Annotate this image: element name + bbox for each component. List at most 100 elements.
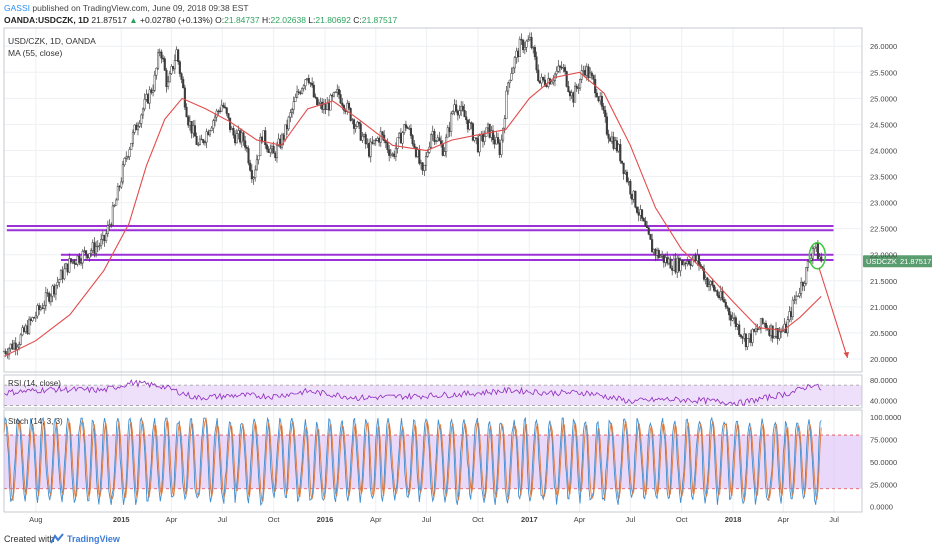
candle-body [374,139,377,142]
chart-canvas[interactable]: USDCZK 21.87517 Aug 2015 Apr Jul Oct 2016 Apr Ju… [0,0,932,530]
candle-body [105,233,108,242]
candle-body [418,149,421,164]
candle-body [657,250,660,258]
candle-body [584,70,587,76]
candle-body [671,268,674,271]
x-tick-label: Apr [777,515,789,524]
candle-body [229,117,232,131]
candle-body [540,76,543,84]
candle-body [247,148,250,164]
y-tick-label: 21.5000 [870,277,897,286]
candle-body [738,324,741,336]
candle-body [692,255,696,261]
candle-body [465,116,468,121]
candle-body [165,70,168,88]
candle-body [76,255,79,265]
candle-body [592,75,595,80]
candle-body [43,305,46,309]
x-tick-label: 2017 [521,515,538,524]
candle-body [314,96,317,98]
y-tick-label: 24.0000 [870,146,897,155]
x-tick-label: Oct [268,515,281,524]
candle-body [724,301,727,308]
candle-body [66,263,69,273]
candle-body [136,126,140,131]
candle-body [589,72,592,78]
candle-body [78,255,81,263]
x-tick-label: Oct [676,515,689,524]
candle-body [289,112,292,118]
tradingview-brand[interactable]: TradingView [67,534,120,544]
candle-body [446,127,449,138]
candle-body [512,67,515,74]
candle-body [448,127,451,132]
candle-body [676,257,679,273]
candle-body [461,105,464,111]
candle-body [456,110,459,116]
candle-body [304,79,307,87]
x-tick-label: Aug [29,515,42,524]
candle-body [284,124,287,140]
candle-body [768,329,771,336]
candle-body [470,122,473,124]
candle-body [296,91,299,98]
candle-body [106,225,109,235]
stoch-pane-title: Stoch (14, 3, 3) [8,417,63,426]
candle-body [95,246,98,254]
candle-body [245,147,248,149]
x-tick-label: Oct [472,515,485,524]
candle-body [574,85,577,103]
candle-body [282,134,285,140]
candle-body [483,136,486,142]
candle-body [635,206,639,213]
stoch-tick-label: 0.0000 [870,503,893,512]
candle-body [69,258,73,263]
candle-body [597,96,600,102]
candle-body [56,282,59,286]
candle-body [805,267,808,284]
candle-body [180,73,183,80]
candle-body [550,81,553,85]
candle-body [486,123,490,129]
candle-body [272,145,275,154]
candle-body [63,268,66,280]
candle-body [759,318,763,329]
candle-body [270,145,274,150]
ma-line [3,71,822,357]
candle-body [535,56,538,71]
candle-body [674,258,677,273]
footer: Created with TradingView [0,530,932,550]
candle-body [279,138,282,148]
y-tick-label: 20.5000 [870,329,897,338]
candle-body [646,225,649,229]
candle-body [195,136,198,145]
candle-body [141,108,145,116]
candle-body [753,329,756,332]
candle-body [275,145,279,159]
candle-body [337,89,340,95]
candle-body [21,327,24,336]
candle-body [311,83,314,86]
candle-body [718,295,721,298]
candle-body [423,164,426,171]
candle-body [12,342,16,350]
candle-body [33,317,36,319]
candle-body [148,89,151,104]
candle-body [585,66,588,76]
candle-body [408,128,411,130]
candle-body [357,121,361,125]
candle-body [373,139,376,144]
candle-body [500,139,503,155]
candle-body [252,177,255,180]
candle-body [39,307,42,310]
candle-body [488,123,491,138]
candle-body [36,305,39,317]
candle-body [651,239,654,253]
x-tick-label: Apr [574,515,586,524]
candle-body [748,333,751,339]
candle-body [79,262,83,264]
candle-body [634,190,637,208]
candle-body [505,90,508,119]
candle-body [729,314,732,321]
candle-body [624,171,627,174]
